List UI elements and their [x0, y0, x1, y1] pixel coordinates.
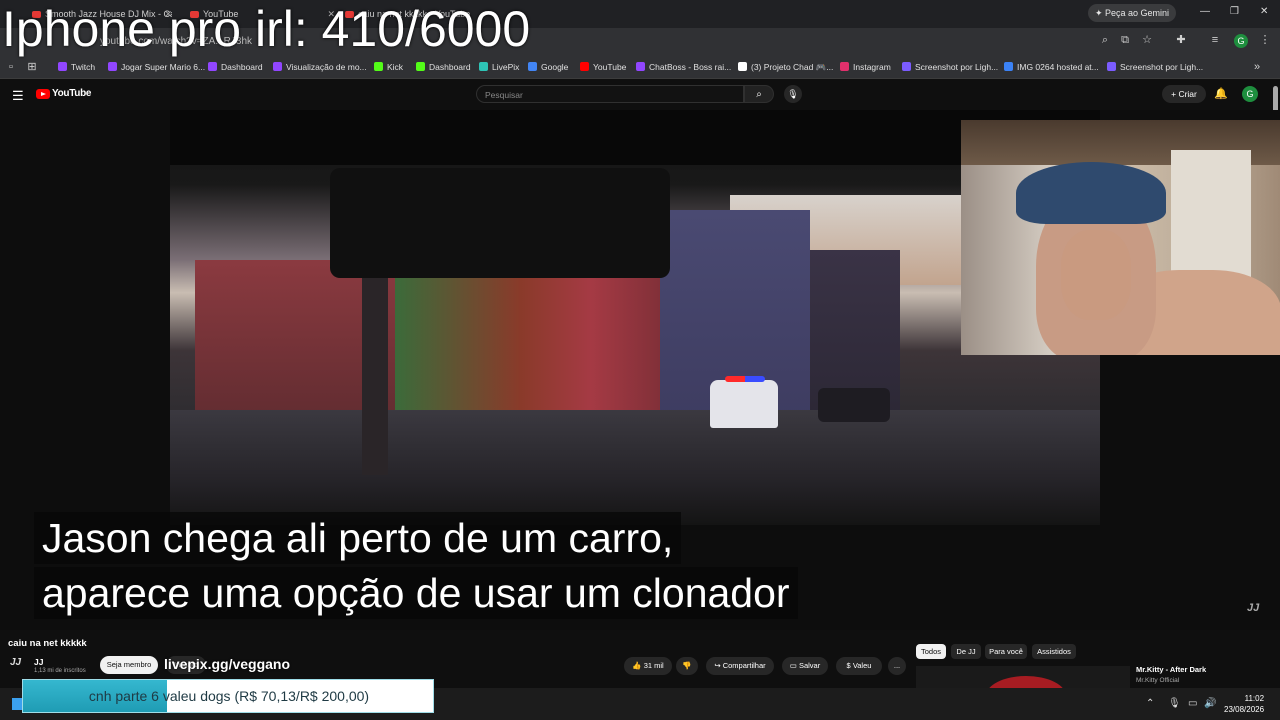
bookmark-item[interactable]: Google	[528, 60, 568, 74]
more-actions-button[interactable]: ...	[888, 657, 906, 675]
ask-gemini-button[interactable]: ✦ Peça ao Gemini	[1088, 4, 1176, 22]
youtube-logo-text[interactable]: YouTube	[52, 88, 92, 99]
microphone-icon[interactable]: 🎙	[1168, 698, 1181, 709]
search-icon: ⌕	[756, 89, 762, 100]
browser-profile-avatar[interactable]: G	[1234, 34, 1248, 48]
bookmark-star-icon[interactable]: ☆	[1140, 33, 1154, 47]
like-button[interactable]: 👍 31 mil	[624, 657, 672, 675]
voice-search-button[interactable]: 🎙	[784, 85, 802, 103]
bookmark-favicon-icon	[416, 62, 425, 71]
hamburger-menu-icon[interactable]: ☰	[12, 88, 24, 104]
bookmark-favicon-icon	[108, 62, 117, 71]
bookmark-favicon-icon	[374, 62, 383, 71]
subscriber-count: 1,13 mi de inscritos	[34, 668, 86, 674]
minimize-icon[interactable]: —	[1200, 6, 1210, 17]
thanks-button[interactable]: $ Valeu	[836, 657, 882, 675]
bookmark-item[interactable]: Kick	[374, 60, 403, 74]
channel-name[interactable]: JJ	[34, 657, 43, 667]
zoom-icon[interactable]: ⌕	[1098, 33, 1112, 47]
bookmark-item[interactable]: Screenshot por Ligh...	[902, 60, 998, 74]
bookmark-item[interactable]: (3) Projeto Chad 🎮...	[738, 60, 833, 74]
bookmark-item[interactable]: Dashboard	[208, 60, 263, 74]
cap	[1016, 162, 1166, 224]
search-input[interactable]: Pesquisar	[476, 85, 744, 103]
microphone-icon: 🎙	[787, 89, 799, 99]
account-avatar[interactable]: G	[1242, 86, 1258, 102]
webcam-overlay	[961, 120, 1280, 355]
bookmark-item[interactable]: Twitch	[58, 60, 95, 74]
folder-icon[interactable]: ▫	[4, 60, 18, 74]
volume-icon[interactable]: 🔊	[1204, 698, 1216, 709]
bookmark-favicon-icon	[840, 62, 849, 71]
join-membership-button[interactable]: Seja membro	[100, 656, 158, 674]
bookmark-favicon-icon	[636, 62, 645, 71]
bookmark-icon: ▭	[789, 661, 797, 670]
clock-time: 11:02	[1244, 694, 1265, 703]
close-window-icon[interactable]: ✕	[1260, 6, 1268, 17]
chip-for-you[interactable]: Para você	[985, 644, 1027, 659]
chip-from-channel[interactable]: De JJ	[951, 644, 981, 659]
bookmark-item[interactable]: Jogar Super Mario 6...	[108, 60, 205, 74]
dollar-icon: $	[846, 661, 851, 670]
tray-chevron-icon[interactable]: ⌃	[1146, 698, 1154, 709]
chip-watched[interactable]: Assistidos	[1032, 644, 1076, 659]
bookmark-favicon-icon	[273, 62, 282, 71]
chip-all[interactable]: Todos	[916, 644, 946, 659]
search-button[interactable]: ⌕	[744, 85, 774, 103]
more-bookmarks-icon[interactable]: »	[1250, 60, 1264, 74]
bookmark-item[interactable]: LivePix	[479, 60, 519, 74]
recommended-video-title[interactable]: Mr.Kitty - After Dark	[1136, 665, 1206, 674]
bookmark-item[interactable]: Instagram	[840, 60, 891, 74]
donation-goal-text: cnh parte 6 valeu dogs (R$ 70,13/R$ 200,…	[88, 688, 370, 704]
browser-menu-icon[interactable]: ⋮	[1258, 33, 1272, 47]
thumbs-up-icon: 👍	[632, 661, 642, 670]
bookmark-favicon-icon	[208, 62, 217, 71]
media-controls-icon[interactable]: ≡	[1208, 33, 1222, 47]
bookmark-item[interactable]: ChatBoss - Boss rai...	[636, 60, 731, 74]
subtitle-line-1: Jason chega ali perto de um carro,	[34, 512, 682, 564]
bookmark-favicon-icon	[1107, 62, 1116, 71]
bookmark-item[interactable]: Dashboard	[416, 60, 471, 74]
subtitle-line-2: aparece uma opção de usar um clonador	[34, 567, 798, 619]
bookmark-favicon-icon	[528, 62, 537, 71]
display-icon[interactable]: ▭	[1188, 698, 1197, 709]
bookmark-item[interactable]: YouTube	[580, 60, 626, 74]
thumbs-down-icon: 👎	[682, 661, 692, 670]
bookmark-item[interactable]: Visualização de mo...	[273, 60, 367, 74]
maximize-icon[interactable]: ❐	[1230, 6, 1239, 17]
car-visor	[330, 168, 670, 278]
clock-date: 23/08/2026	[1224, 705, 1265, 714]
install-icon[interactable]: ⧉	[1118, 33, 1132, 47]
police-car	[710, 380, 778, 428]
livepix-overlay: livepix.gg/veggano	[164, 656, 291, 672]
apps-grid-icon[interactable]: ⊞	[25, 60, 39, 74]
channel-watermark[interactable]: JJ	[1247, 602, 1259, 614]
bookmark-favicon-icon	[479, 62, 488, 71]
recommended-video-thumbnail[interactable]	[916, 666, 1130, 688]
recommended-video-channel[interactable]: Mr.Kitty Official	[1136, 677, 1179, 684]
channel-avatar[interactable]: JJ	[10, 657, 21, 668]
donation-goal-bar: cnh parte 6 valeu dogs (R$ 70,13/R$ 200,…	[22, 679, 434, 713]
bookmark-favicon-icon	[580, 62, 589, 71]
bookmark-favicon-icon	[58, 62, 67, 71]
share-button[interactable]: ↪ Compartilhar	[706, 657, 774, 675]
notifications-bell-icon[interactable]: 🔔	[1214, 87, 1228, 100]
bookmark-item[interactable]: IMG 0264 hosted at...	[1004, 60, 1099, 74]
create-button[interactable]: + Criar	[1162, 85, 1206, 103]
dislike-button[interactable]: 👎	[676, 657, 698, 675]
bookmark-item[interactable]: Screenshot por Ligh...	[1107, 60, 1203, 74]
share-icon: ↪	[714, 661, 721, 670]
system-clock[interactable]: 11:02 23/08/2026	[1224, 693, 1264, 715]
bookmark-favicon-icon	[1004, 62, 1013, 71]
save-button[interactable]: ▭ Salvar	[782, 657, 828, 675]
donation-goal-title: Iphone pro irl: 410/6000	[2, 1, 531, 57]
video-title: caiu na net kkkkk	[8, 638, 87, 649]
bookmark-favicon-icon	[738, 62, 747, 71]
youtube-logo-icon[interactable]	[36, 89, 50, 99]
extensions-icon[interactable]: ✚	[1174, 33, 1188, 47]
bookmark-favicon-icon	[902, 62, 911, 71]
